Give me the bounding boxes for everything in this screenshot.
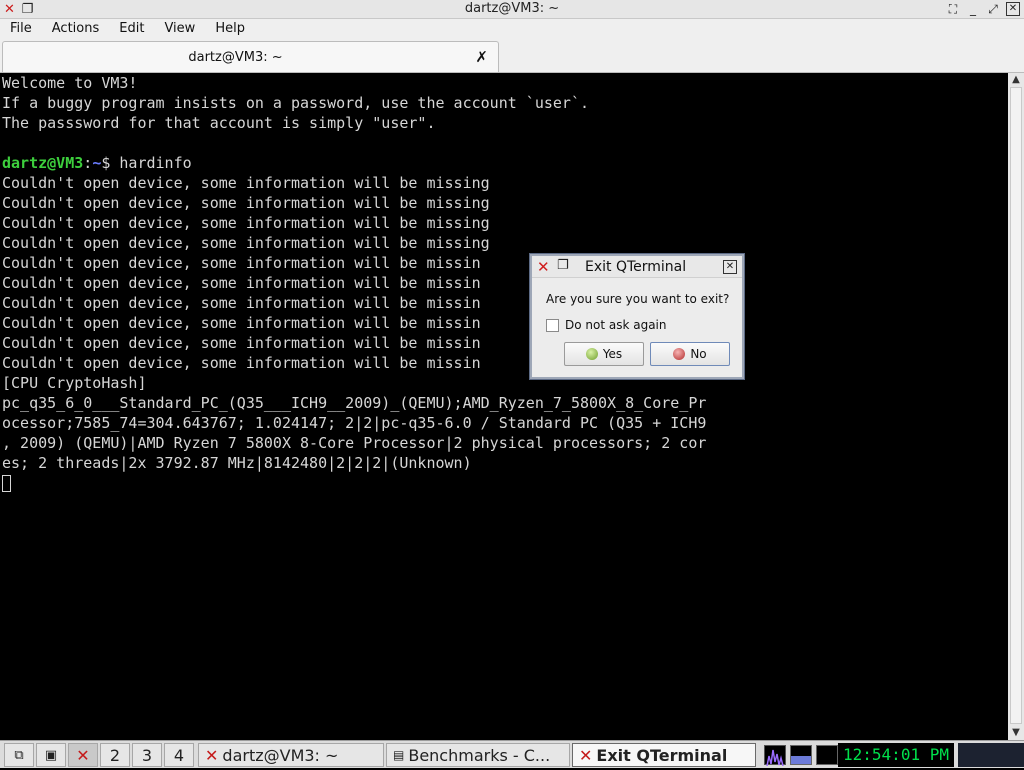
prompt-path: ~ bbox=[92, 154, 102, 172]
task-benchmarks[interactable]: ▤ Benchmarks - C... bbox=[386, 743, 570, 767]
workspace-2[interactable]: 2 bbox=[100, 743, 130, 767]
network-monitor-icon[interactable] bbox=[816, 745, 838, 765]
task-terminal[interactable]: ✕ dartz@VM3: ~ bbox=[198, 743, 384, 767]
prompt-user: dartz@VM3 bbox=[2, 154, 84, 172]
terminal-line: , 2009) (QEMU)|AMD Ryzen 7 5800X 8-Core … bbox=[2, 434, 707, 452]
terminal-line: Welcome to VM3! bbox=[2, 74, 138, 92]
task-app-icon: ✕ bbox=[579, 745, 593, 765]
checkbox-box[interactable] bbox=[546, 318, 559, 332]
scroll-thumb[interactable] bbox=[1010, 87, 1022, 724]
menu-view[interactable]: View bbox=[154, 19, 205, 39]
terminal-scrollbar[interactable]: ▲ ▼ bbox=[1008, 73, 1024, 740]
terminal-line: Couldn't open device, some information w… bbox=[2, 234, 490, 252]
terminal-line: Couldn't open device, some information w… bbox=[2, 314, 481, 332]
menubar: File Actions Edit View Help bbox=[0, 19, 1024, 39]
terminal-line: The passsword for that account is simply… bbox=[2, 114, 436, 132]
terminal-line: Couldn't open device, some information w… bbox=[2, 334, 481, 352]
task-exit-qterminal[interactable]: ✕ Exit QTerminal bbox=[572, 743, 756, 767]
terminal-line: Couldn't open device, some information w… bbox=[2, 194, 490, 212]
task-label: Exit QTerminal bbox=[596, 745, 728, 765]
menu-file[interactable]: File bbox=[0, 19, 42, 39]
menu-help[interactable]: Help bbox=[205, 19, 255, 39]
terminal-line: Couldn't open device, some information w… bbox=[2, 354, 481, 372]
yes-button[interactable]: Yes bbox=[564, 342, 644, 366]
show-desktop-icon[interactable]: ⧉ bbox=[4, 743, 34, 767]
minimize-icon[interactable]: _ bbox=[966, 2, 980, 16]
clock[interactable]: 12:54:01 PM bbox=[838, 743, 954, 767]
prompt-dollar: $ bbox=[101, 154, 120, 172]
cpu-graph-icon bbox=[766, 749, 784, 767]
terminal-line: Couldn't open device, some information w… bbox=[2, 274, 481, 292]
window-title: dartz@VM3: ~ bbox=[464, 1, 560, 16]
no-label: No bbox=[690, 347, 707, 361]
scroll-up-icon[interactable]: ▲ bbox=[1008, 73, 1024, 87]
menu-edit[interactable]: Edit bbox=[109, 19, 154, 39]
terminal-line: Couldn't open device, some information w… bbox=[2, 174, 490, 192]
task-label: Benchmarks - C... bbox=[408, 745, 551, 765]
terminal-cursor bbox=[2, 475, 11, 492]
tab-bar: dartz@VM3: ~ ✗ bbox=[0, 39, 1024, 73]
task-app-icon: ✕ bbox=[205, 745, 219, 765]
terminal-launcher-icon[interactable]: ▣ bbox=[36, 743, 66, 767]
close-icon[interactable]: ✕ bbox=[1006, 2, 1020, 16]
fullscreen-icon[interactable]: ⛶ bbox=[946, 2, 960, 16]
workspace-3[interactable]: 3 bbox=[132, 743, 162, 767]
tab-label: dartz@VM3: ~ bbox=[188, 50, 283, 65]
terminal-line: pc_q35_6_0___Standard_PC_(Q35___ICH9__20… bbox=[2, 394, 707, 412]
dialog-message: Are you sure you want to exit? bbox=[546, 292, 730, 306]
dialog-restore-icon[interactable]: ❐ bbox=[557, 258, 569, 273]
dialog-close-icon[interactable]: ✕ bbox=[723, 260, 737, 274]
task-app-icon: ▤ bbox=[393, 748, 405, 762]
prompt-command: hardinfo bbox=[119, 154, 192, 172]
yes-label: Yes bbox=[602, 347, 623, 361]
terminal-line: ocessor;7585_74=304.643767; 1.024147; 2|… bbox=[2, 414, 707, 432]
tab-terminal[interactable]: dartz@VM3: ~ ✗ bbox=[2, 41, 499, 72]
no-button[interactable]: No bbox=[650, 342, 730, 366]
window-controls: ⛶ _ ⤢ ✕ bbox=[946, 2, 1024, 16]
do-not-ask-checkbox[interactable]: Do not ask again bbox=[546, 318, 667, 332]
cancel-icon bbox=[673, 348, 686, 360]
checkbox-label: Do not ask again bbox=[565, 318, 667, 332]
window-titlebar: ✕ ❐ dartz@VM3: ~ ⛶ _ ⤢ ✕ bbox=[0, 0, 1024, 19]
confirm-icon bbox=[585, 348, 598, 360]
terminal-line: Couldn't open device, some information w… bbox=[2, 294, 481, 312]
terminal-line: es; 2 threads|2x 3792.87 MHz|8142480|2|2… bbox=[2, 454, 472, 472]
terminal-line: Couldn't open device, some information w… bbox=[2, 214, 490, 232]
terminal-output[interactable]: Welcome to VM3! If a buggy program insis… bbox=[0, 73, 1008, 740]
memory-monitor-icon[interactable] bbox=[790, 745, 812, 765]
terminal-line: Couldn't open device, some information w… bbox=[2, 254, 481, 272]
dialog-titlebar: ✕ ❐ Exit QTerminal ✕ bbox=[532, 256, 742, 278]
tray-area bbox=[958, 743, 1024, 767]
maximize-icon[interactable]: ⤢ bbox=[986, 2, 1000, 16]
tab-close-icon[interactable]: ✗ bbox=[475, 48, 488, 66]
exit-dialog: ✕ ❐ Exit QTerminal ✕ Are you sure you wa… bbox=[530, 254, 744, 379]
taskbar: ⧉ ▣ ✕ 2 3 4 ✕ dartz@VM3: ~ ▤ Benchmarks … bbox=[0, 740, 1024, 768]
scroll-down-icon[interactable]: ▼ bbox=[1008, 726, 1024, 740]
task-label: dartz@VM3: ~ bbox=[222, 745, 339, 765]
menu-actions[interactable]: Actions bbox=[42, 19, 110, 39]
cpu-monitor-icon[interactable] bbox=[764, 745, 786, 767]
terminal-prompt-line: dartz@VM3:~$ hardinfo bbox=[2, 153, 1008, 173]
dialog-title: Exit QTerminal bbox=[585, 259, 687, 275]
workspace-1[interactable]: ✕ bbox=[68, 743, 98, 767]
prompt-sep: : bbox=[83, 154, 93, 172]
dialog-app-close-icon[interactable]: ✕ bbox=[537, 258, 550, 276]
terminal-line: [CPU CryptoHash] bbox=[2, 374, 147, 392]
terminal-line: If a buggy program insists on a password… bbox=[2, 94, 589, 112]
workspace-4[interactable]: 4 bbox=[164, 743, 194, 767]
terminal-cursor-line bbox=[2, 473, 1008, 493]
